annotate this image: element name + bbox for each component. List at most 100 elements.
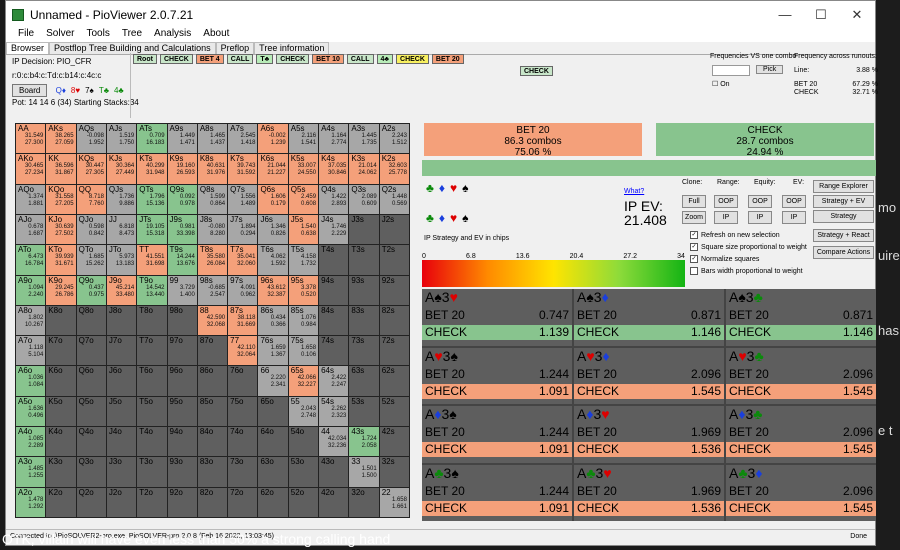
tree-node[interactable]: CHECK: [396, 54, 429, 64]
hand-cell[interactable]: 77 42.110 32.064: [228, 336, 258, 366]
hand-cell[interactable]: 65o: [258, 396, 288, 427]
tree-node[interactable]: CALL: [226, 54, 254, 64]
minimize-icon[interactable]: —: [767, 7, 803, 23]
hand-cell[interactable]: AA 31.549 27.300: [16, 124, 46, 154]
hand-cell[interactable]: A2s 2.243 1.512: [379, 124, 409, 154]
hand-cell[interactable]: 62o: [258, 487, 288, 517]
hand-cell[interactable]: 88 42.590 32.068: [197, 305, 228, 336]
hand-cell[interactable]: 73o: [228, 457, 258, 487]
hand-cell[interactable]: A7o 1.118 5.104: [16, 336, 46, 366]
hand-cell[interactable]: K6s 21.044 21.227: [258, 154, 288, 184]
hand-cell[interactable]: AJo 0.678 1.687: [16, 214, 46, 245]
hand-cell[interactable]: 65s 42.066 32.227: [288, 366, 319, 396]
hand-cell[interactable]: J2s: [379, 214, 409, 245]
hand-cell[interactable]: 72o: [228, 487, 258, 517]
hand-cell[interactable]: 94s: [319, 275, 349, 305]
hand-cell[interactable]: 32o: [349, 487, 379, 517]
bet-summary-box[interactable]: BET 20 86.3 combos 75.06 %: [424, 123, 642, 158]
hand-cell[interactable]: T3s: [349, 245, 379, 275]
hand-cell[interactable]: 97s 4.091 0.962: [228, 275, 258, 305]
compare-actions-button[interactable]: Compare Actions: [813, 246, 874, 259]
hand-cell[interactable]: A4o 1.085 2.289: [16, 427, 46, 457]
hand-cell[interactable]: K4s 37.035 30.846: [319, 154, 349, 184]
hand-cell[interactable]: QJs 1.736 9.886: [106, 184, 137, 214]
hand-cell[interactable]: K6o: [46, 366, 76, 396]
hand-cell[interactable]: J2o: [106, 487, 137, 517]
range-oop-button[interactable]: OOP: [714, 195, 738, 208]
hand-cell[interactable]: Q5s 2.459 0.608: [288, 184, 319, 214]
menu-analysis[interactable]: Analysis: [148, 28, 197, 42]
hand-cell[interactable]: T4s: [319, 245, 349, 275]
menu-solver[interactable]: Solver: [40, 28, 80, 42]
hand-cell[interactable]: 43o: [319, 457, 349, 487]
hand-cell[interactable]: 42o: [319, 487, 349, 517]
hand-cell[interactable]: T5s 4.158 1.732: [288, 245, 319, 275]
hand-cell[interactable]: A5o 1.636 0.496: [16, 396, 46, 427]
diamond-icon[interactable]: ♦: [439, 211, 445, 225]
hand-cell[interactable]: AQo 1.374 1.881: [16, 184, 46, 214]
combo-card[interactable]: A♥3♠ BET 20 1.244 CHECK 1.091: [422, 347, 572, 404]
hand-cell[interactable]: 83s: [349, 305, 379, 336]
hand-cell[interactable]: KTo 39.939 31.671: [46, 245, 76, 275]
hand-cell[interactable]: 85s 1.076 0.984: [288, 305, 319, 336]
hand-cell[interactable]: T8o: [137, 305, 167, 336]
hand-cell[interactable]: Q8s 1.599 0.864: [197, 184, 228, 214]
hand-cell[interactable]: 98o: [167, 305, 197, 336]
club-icon[interactable]: ♣: [426, 181, 434, 195]
hand-cell[interactable]: A8s 1.465 1.437: [197, 124, 228, 154]
hand-cell[interactable]: A5s 2.116 1.541: [288, 124, 319, 154]
menu-file[interactable]: File: [12, 28, 40, 42]
hand-cell[interactable]: A2o 1.478 1.292: [16, 487, 46, 517]
hand-cell[interactable]: J7s 1.894 0.294: [228, 214, 258, 245]
hand-cell[interactable]: 52s: [379, 396, 409, 427]
hand-cell[interactable]: JJ 6.818 8.473: [106, 214, 137, 245]
hand-cell[interactable]: ATs 0.709 16.183: [137, 124, 167, 154]
tree-node[interactable]: Root: [133, 54, 157, 64]
hand-cell[interactable]: 53o: [288, 457, 319, 487]
hand-cell[interactable]: 42s: [379, 427, 409, 457]
hand-cell[interactable]: 85o: [197, 396, 228, 427]
hand-cell[interactable]: AQs -0.098 1.952: [76, 124, 106, 154]
hand-cell[interactable]: TT 41.551 31.698: [137, 245, 167, 275]
bars-width-checkbox[interactable]: Bars width proportional to weight: [690, 267, 803, 275]
combo-card[interactable]: A♠3♣ BET 20 0.871 CHECK 1.146: [726, 289, 876, 346]
hand-cell[interactable]: J4o: [106, 427, 137, 457]
hand-cell[interactable]: 66 2.220 2.341: [258, 366, 288, 396]
hand-cell[interactable]: A4s 1.164 2.774: [319, 124, 349, 154]
hand-cell[interactable]: KTs 40.299 31.948: [137, 154, 167, 184]
menu-about[interactable]: About: [197, 28, 235, 42]
hand-cell[interactable]: K3o: [46, 457, 76, 487]
combo-input[interactable]: [712, 65, 750, 76]
combo-card[interactable]: A♣3♠ BET 20 1.244 CHECK 1.091: [422, 464, 572, 521]
hand-cell[interactable]: 75o: [228, 396, 258, 427]
hand-cell[interactable]: J3o: [106, 457, 137, 487]
hand-cell[interactable]: J4s 1.746 2.229: [319, 214, 349, 245]
hand-cell[interactable]: Q3o: [76, 457, 106, 487]
hand-cell[interactable]: 97o: [167, 336, 197, 366]
check-summary-box[interactable]: CHECK 28.7 combos 24.94 %: [656, 123, 874, 158]
hand-cell[interactable]: A7s 2.545 1.418: [228, 124, 258, 154]
combo-card[interactable]: A♥3♣ BET 20 2.096 CHECK 1.545: [726, 347, 876, 404]
close-icon[interactable]: ✕: [839, 7, 875, 23]
combo-card[interactable]: A♣3♦ BET 20 2.096 CHECK 1.545: [726, 464, 876, 521]
strategy-react-button[interactable]: Strategy + React: [813, 229, 874, 242]
ev-ip-button[interactable]: IP: [782, 211, 806, 224]
hand-cell[interactable]: Q7o: [76, 336, 106, 366]
tree-node[interactable]: BET 10: [312, 54, 344, 64]
hand-cell[interactable]: K7s 39.743 31.592: [228, 154, 258, 184]
hand-cell[interactable]: 55 2.043 2.748: [288, 396, 319, 427]
hand-cell[interactable]: 96s 43.612 32.387: [258, 275, 288, 305]
hand-cell[interactable]: 74s: [319, 336, 349, 366]
hand-cell[interactable]: A8o 1.802 10.267: [16, 305, 46, 336]
hand-cell[interactable]: 83o: [197, 457, 228, 487]
tree-node[interactable]: CHECK: [159, 54, 193, 64]
hand-cell[interactable]: T6o: [137, 366, 167, 396]
hand-cell[interactable]: Q6s 1.606 0.179: [258, 184, 288, 214]
range-grid[interactable]: AA 31.549 27.300 AKs 38.265 27.059 AQs -0.098 1.…: [15, 123, 410, 518]
hand-cell[interactable]: Q8o: [76, 305, 106, 336]
hand-cell[interactable]: J7o: [106, 336, 137, 366]
range-ip-button[interactable]: IP: [714, 211, 738, 224]
tree-node[interactable]: T♣: [256, 54, 274, 64]
combo-card[interactable]: A♦3♣ BET 20 2.096 CHECK 1.545: [726, 406, 876, 463]
hand-cell[interactable]: Q4o: [76, 427, 106, 457]
